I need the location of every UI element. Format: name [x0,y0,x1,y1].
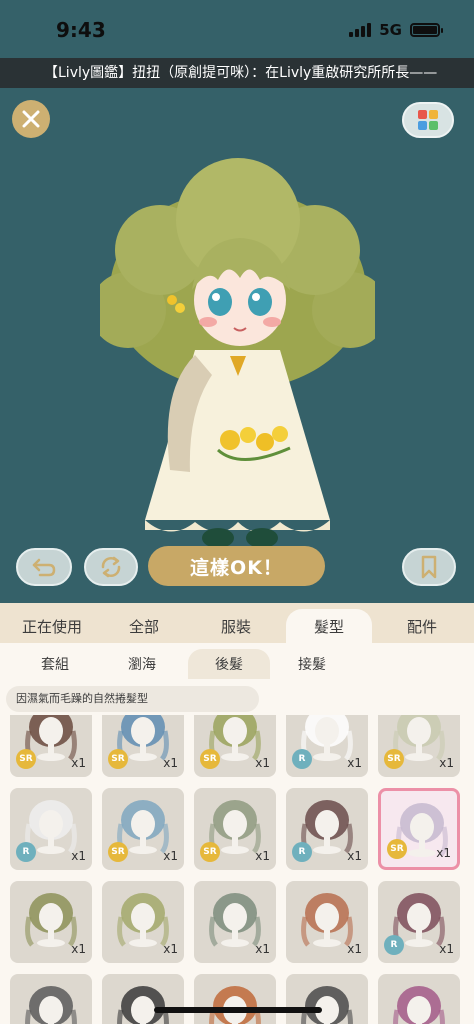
item-card[interactable] [194,974,276,1024]
tab-all[interactable]: 全部 [104,609,184,643]
item-card[interactable] [10,974,92,1024]
mannequin-icon [301,986,353,1024]
color-palette-icon [418,110,438,130]
undo-icon [32,558,56,577]
item-quantity: x1 [163,942,178,956]
signal-bars-icon [349,23,372,37]
rarity-badge: SR [16,749,36,769]
subtab-sets[interactable]: 套組 [18,649,92,679]
item-card[interactable] [286,974,368,1024]
item-card[interactable]: SR x1 [378,788,460,870]
item-description: 因濕氣而毛躁的自然捲髮型 [6,686,259,712]
item-card[interactable] [378,974,460,1024]
network-label: 5G [379,21,402,39]
rarity-badge: SR [108,842,128,862]
subtab-extensions[interactable]: 接髮 [272,649,352,679]
mannequin-icon [209,986,261,1024]
item-card[interactable]: SR x1 [194,788,276,870]
item-card[interactable]: SR x1 [102,788,184,870]
tab-in-use[interactable]: 正在使用 [10,609,94,643]
item-card[interactable]: SR x1 [194,715,276,777]
tab-accessories[interactable]: 配件 [382,609,462,643]
item-card[interactable]: Rx1 [378,881,460,963]
sub-tabs: 套組 瀏海 後髮 接髮 [0,643,474,681]
item-card[interactable]: Rx1 [286,788,368,870]
rotate-icon [101,556,121,578]
close-icon [22,110,40,128]
news-ticker[interactable]: 【Livly圖鑑】扭扭（原創提可咪）：在Livly重啟研究所所長—— [0,58,474,88]
mannequin-icon [25,986,77,1024]
rarity-badge: SR [384,749,404,769]
subtab-bangs[interactable]: 瀏海 [102,649,182,679]
confirm-button[interactable]: 這樣OK！ [148,546,325,586]
item-card[interactable]: SR x1 [10,715,92,777]
item-quantity: x1 [439,942,454,956]
status-time: 9:43 [56,18,106,42]
battery-icon [410,23,443,37]
item-grid: SR x1 SR x1 SR x1 Rx1 SR x1 Rx1 SR x1 SR x1 Rx1 SR x1 x1 x… [0,715,474,1024]
category-tabs: 正在使用 全部 服裝 髮型 配件 [0,603,474,643]
undo-button[interactable] [16,548,72,586]
rarity-badge: SR [387,839,407,859]
item-card[interactable]: x1 [286,881,368,963]
item-card[interactable]: SR x1 [378,715,460,777]
avatar-figure [90,158,388,548]
item-quantity: x1 [163,849,178,863]
rarity-badge: SR [108,749,128,769]
mannequin-icon [393,986,445,1024]
rarity-badge: R [16,842,36,862]
item-card[interactable]: SR x1 [102,715,184,777]
ticker-text: 【Livly圖鑑】扭扭（原創提可咪）：在Livly重啟研究所所長—— [44,65,438,81]
item-quantity: x1 [71,849,86,863]
rarity-badge: R [292,842,312,862]
avatar-stage: 這樣OK！ [0,88,474,603]
avatar-preview [90,150,388,550]
rarity-badge: R [292,749,312,769]
item-quantity: x1 [255,849,270,863]
item-quantity: x1 [71,756,86,770]
rarity-badge: R [384,935,404,955]
bookmark-icon [421,555,437,579]
item-card[interactable]: x1 [102,881,184,963]
rotate-button[interactable] [84,548,138,586]
mannequin-icon [117,986,169,1024]
status-indicators: 5G [349,21,443,39]
status-bar: 9:43 5G [0,0,474,58]
bookmark-button[interactable] [402,548,456,586]
item-quantity: x1 [255,756,270,770]
item-quantity: x1 [347,756,362,770]
palette-button[interactable] [402,102,454,138]
rarity-badge: SR [200,842,220,862]
item-quantity: x1 [71,942,86,956]
item-quantity: x1 [163,756,178,770]
item-quantity: x1 [255,942,270,956]
tab-hairstyle[interactable]: 髮型 [286,609,372,643]
item-card[interactable]: Rx1 [286,715,368,777]
rarity-badge: SR [200,749,220,769]
item-quantity: x1 [439,756,454,770]
item-card[interactable]: x1 [194,881,276,963]
item-quantity: x1 [436,846,451,860]
item-card[interactable]: x1 [10,881,92,963]
home-indicator[interactable] [154,1007,322,1013]
item-card[interactable] [102,974,184,1024]
item-card[interactable]: Rx1 [10,788,92,870]
close-button[interactable] [12,100,50,138]
item-quantity: x1 [347,942,362,956]
item-quantity: x1 [347,849,362,863]
subtab-back-hair[interactable]: 後髮 [188,649,270,679]
tab-outfits[interactable]: 服裝 [196,609,276,643]
